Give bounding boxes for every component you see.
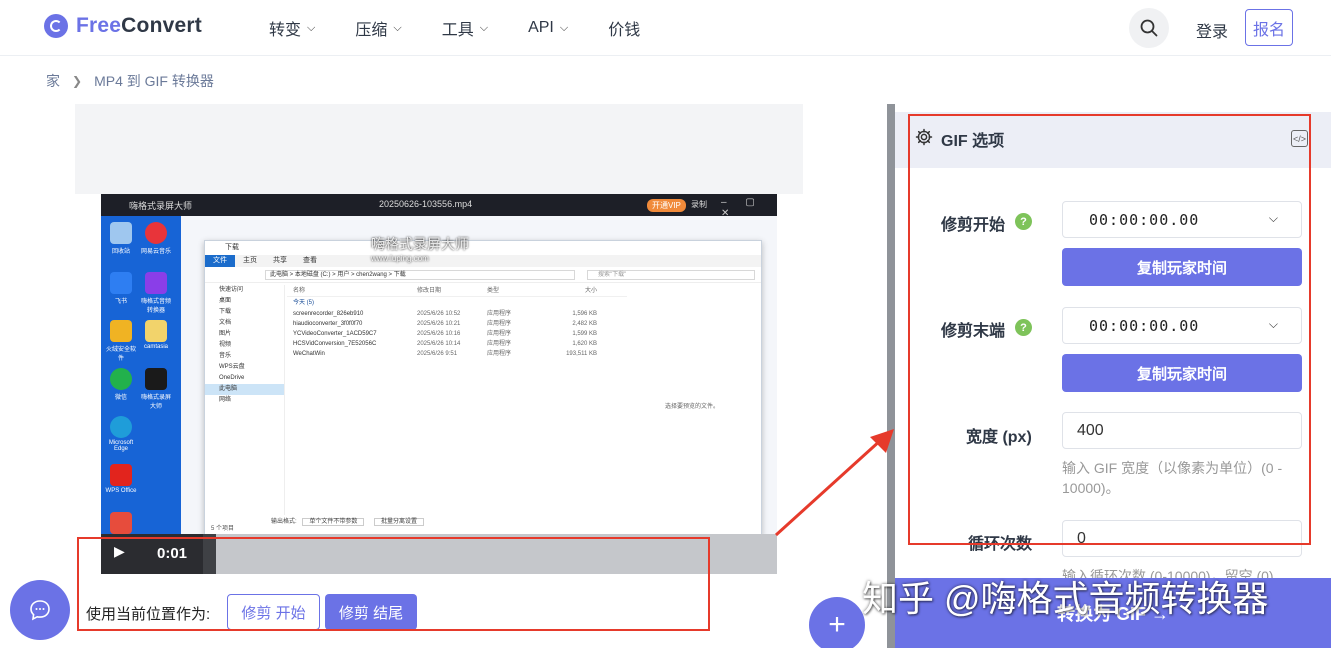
desktop-icon: WPS Office [104, 464, 138, 494]
nav-item-tools[interactable]: 工具 ⌵ [442, 16, 488, 40]
breadcrumb: 家 ❯ MP4 到 GIF 转换器 [0, 57, 1331, 104]
explorer-file-list: 名称 修改日期 类型 大小 今天 (5) screenrecorder_826e… [287, 285, 627, 359]
panel-divider [887, 104, 895, 648]
logo-text-free: Free [76, 14, 122, 37]
explorer-sidebar: 快速访问 桌面 下载 文档 图片 视频 音乐 WPS云盘 OneDrive 此电… [205, 285, 285, 515]
desktop-icon: 火绒安全软件 [104, 320, 138, 362]
plus-icon: + [828, 608, 846, 641]
desktop-icon: 回收站 [104, 222, 138, 255]
chat-bubble-icon [30, 600, 50, 621]
chevron-right-icon: ❯ [72, 73, 83, 88]
chevron-down-icon: ⌵ [307, 21, 316, 34]
recorder-watermark: 嗨格式录屏大师 www.luping.com [371, 236, 469, 263]
breadcrumb-home[interactable]: 家 [46, 71, 60, 91]
main-nav: 转变 ⌵ 压缩 ⌵ 工具 ⌵ API ⌵ 价钱 [269, 16, 680, 40]
desktop-icon [104, 512, 138, 534]
desktop-icon: 飞书 [104, 272, 138, 305]
annotation-box-trim-controls [77, 537, 710, 631]
chat-button[interactable] [10, 580, 70, 640]
search-icon [1140, 19, 1158, 37]
desktop-icon: 微信 [104, 368, 138, 401]
video-top-padding [75, 104, 803, 194]
explorer-title: 下载 [205, 241, 761, 255]
recorder-file-name: 20250626-103556.mp4 [379, 199, 473, 209]
annotation-arrow [774, 429, 894, 537]
signup-button[interactable]: 报名 [1245, 9, 1293, 46]
explorer-address-bar: 此电脑 > 本地磁盘 (C:) > 用户 > chen2wang > 下载 搜索… [205, 267, 761, 283]
vip-badge: 开通VIP [647, 199, 686, 212]
nav-item-pricing[interactable]: 价钱 [608, 16, 640, 40]
freeconvert-logo[interactable]: FreeConvert [44, 14, 202, 38]
record-label: 录制 [691, 200, 707, 209]
explorer-ribbon: 文件 主页 共享 查看 [205, 255, 761, 267]
video-player[interactable]: 嗨格式录屏大师 20250626-103556.mp4 开通VIP 录制 – ▢… [101, 194, 777, 534]
recorder-title: 嗨格式录屏大师 [129, 201, 193, 211]
desktop-icon: 嗨格式音频转换器 [139, 272, 173, 314]
chevron-down-icon: ⌵ [559, 21, 569, 34]
app-output-bar: 输出格式: 单个文件不带参数 批量分离设置 [271, 516, 771, 534]
search-button[interactable] [1129, 8, 1169, 48]
nav-item-compress[interactable]: 压缩 ⌵ [355, 16, 401, 40]
desktop-icon: Microsoft Edge [104, 416, 138, 452]
chevron-down-icon: ⌵ [393, 21, 402, 34]
chevron-down-icon: ⌵ [479, 21, 489, 34]
zhihu-watermark: 知乎 @嗨格式音频转换器 [862, 578, 1269, 619]
desktop-icon: 嗨格式录屏大师 [139, 368, 173, 410]
desktop-icon: 网易云音乐 [139, 222, 173, 255]
site-header: FreeConvert 转变 ⌵ 压缩 ⌵ 工具 ⌵ API ⌵ 价钱 登录 报名 [0, 0, 1331, 56]
annotation-box-options [908, 114, 1311, 545]
breadcrumb-current[interactable]: MP4 到 GIF 转换器 [94, 71, 214, 91]
desktop-screen: 回收站 网易云音乐 飞书 嗨格式音频转换器 火绒安全软件 camtasia 微信… [101, 216, 777, 534]
nav-item-api[interactable]: API ⌵ [528, 16, 568, 40]
desktop-icon: camtasia [139, 320, 173, 350]
add-file-button[interactable]: + [809, 597, 865, 648]
login-link[interactable]: 登录 [1196, 18, 1228, 42]
file-explorer-window: 下载 文件 主页 共享 查看 此电脑 > 本地磁盘 (C:) > 用户 > ch… [204, 240, 762, 534]
nav-item-convert[interactable]: 转变 ⌵ [269, 16, 315, 40]
logo-text-convert: Convert [121, 14, 202, 37]
recorder-title-bar: 嗨格式录屏大师 20250626-103556.mp4 开通VIP 录制 – ▢… [101, 194, 777, 219]
logo-icon [44, 14, 68, 38]
